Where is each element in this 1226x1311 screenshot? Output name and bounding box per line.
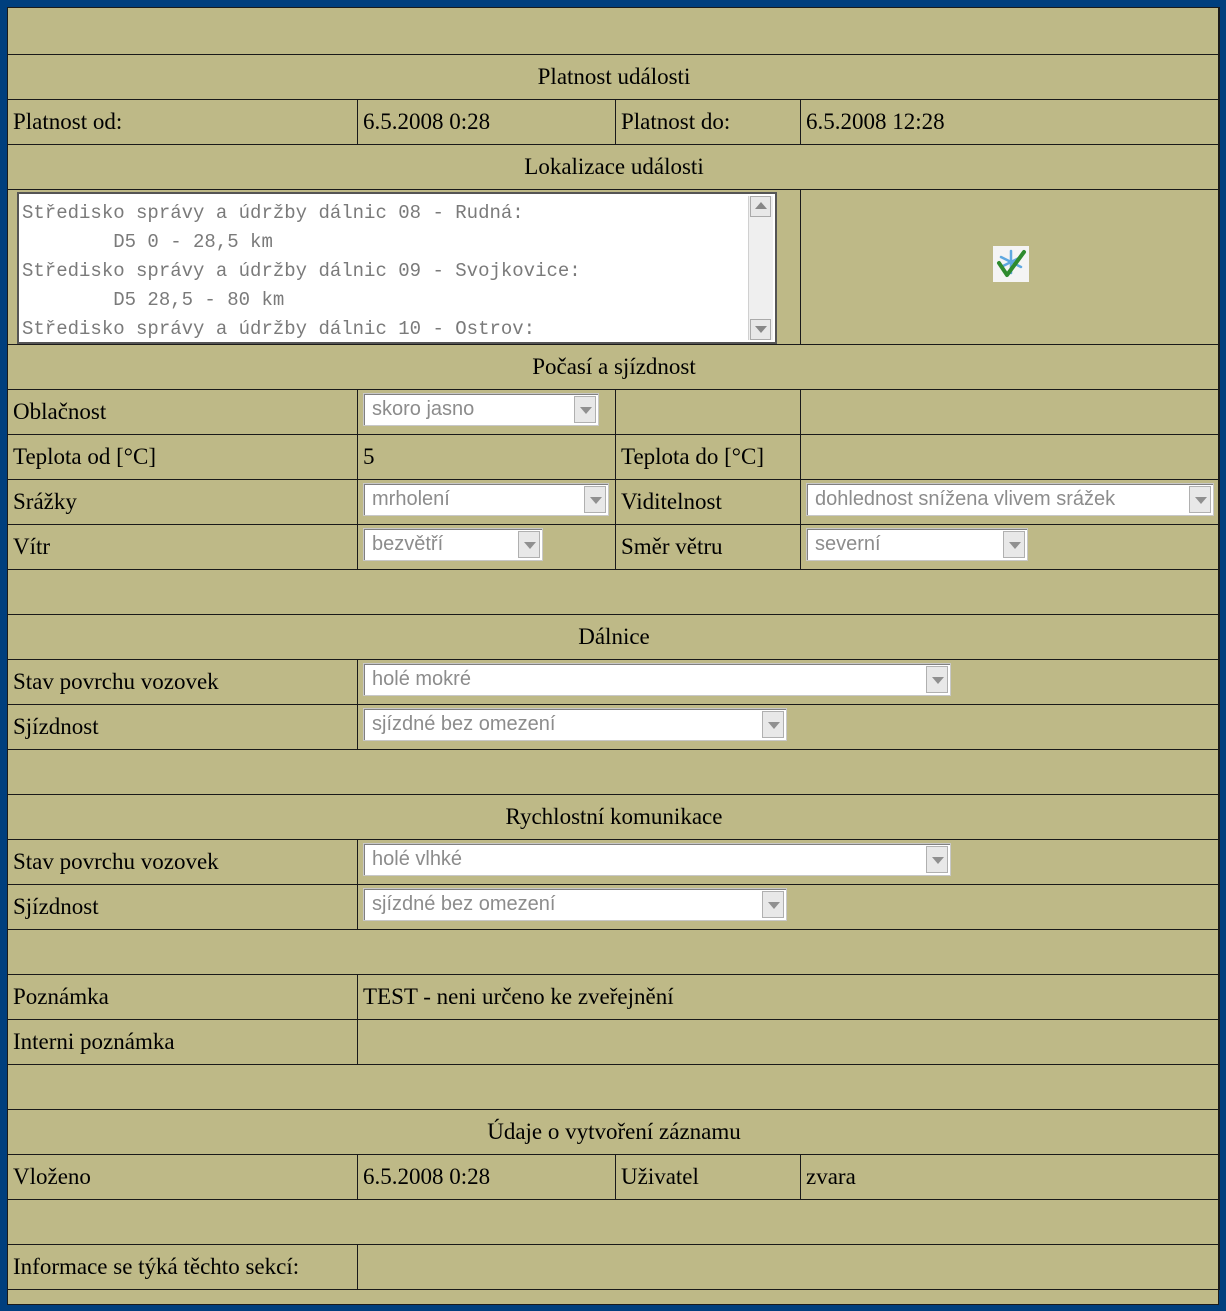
- record-section-title: Údaje o vytvoření záznamu: [7, 1109, 1220, 1155]
- wind-label: Vítr: [7, 524, 358, 570]
- highway-surface-row: Stav povrchu vozovek holé mokré: [7, 659, 1220, 705]
- highway-surface-value: holé mokré: [372, 667, 471, 690]
- user-value: zvara: [800, 1154, 1220, 1200]
- expressway-passability-value: sjízdné bez omezení: [372, 892, 556, 915]
- inserted-value: 6.5.2008 0:28: [357, 1154, 616, 1200]
- spacer-row: [7, 749, 1220, 795]
- visibility-select[interactable]: dohlednost snížena vlivem srážek: [806, 482, 1214, 516]
- top-spacer-row: [7, 7, 1220, 55]
- chevron-down-icon[interactable]: [584, 485, 606, 513]
- weather-header-row: Počasí a sjízdnost: [7, 344, 1220, 390]
- chevron-down-icon[interactable]: [574, 395, 596, 423]
- location-header-row: Lokalizace události: [7, 144, 1220, 190]
- location-line: D5 0 - 28,5 km: [22, 231, 273, 253]
- highway-header-row: Dálnice: [7, 614, 1220, 660]
- location-row: Středisko správy a údržby dálnic 08 - Ru…: [7, 189, 1220, 345]
- temp-to-label: Teplota do [°C]: [615, 434, 801, 480]
- precip-select[interactable]: mrholení: [363, 482, 609, 516]
- sections-row: Informace se týká těchto sekcí:: [7, 1244, 1220, 1290]
- textarea-scrollbar[interactable]: [748, 196, 773, 340]
- highway-section-title: Dálnice: [7, 614, 1220, 660]
- cloudiness-select[interactable]: skoro jasno: [363, 392, 599, 426]
- note-row: Poznámka TEST - neni určeno ke zveřejněn…: [7, 974, 1220, 1020]
- record-header-row: Údaje o vytvoření záznamu: [7, 1109, 1220, 1155]
- expressway-passability-select[interactable]: sjízdné bez omezení: [363, 887, 787, 921]
- location-line: Středisko správy a údržby dálnic 08 - Ru…: [22, 202, 524, 224]
- temp-from-value: 5: [357, 434, 616, 480]
- cloudiness-label: Oblačnost: [7, 389, 358, 435]
- wind-row: Vítr bezvětří Směr větru severní: [7, 524, 1220, 570]
- inserted-label: Vloženo: [7, 1154, 358, 1200]
- wind-value: bezvětří: [372, 532, 444, 555]
- precip-label: Srážky: [7, 479, 358, 525]
- expressway-passability-label: Sjízdnost: [7, 884, 358, 930]
- chevron-down-icon[interactable]: [926, 845, 948, 873]
- user-label: Uživatel: [615, 1154, 801, 1200]
- valid-from-label: Platnost od:: [7, 99, 358, 145]
- highway-passability-value: sjízdné bez omezení: [372, 712, 556, 735]
- wind-direction-value: severní: [815, 532, 881, 555]
- highway-passability-select[interactable]: sjízdné bez omezení: [363, 707, 787, 741]
- location-line: Středisko správy a údržby dálnic 09 - Sv…: [22, 260, 581, 282]
- weather-section-title: Počasí a sjízdnost: [7, 344, 1220, 390]
- internal-note-label: Interni poznámka: [7, 1019, 358, 1065]
- sections-label: Informace se týká těchto sekcí:: [7, 1244, 358, 1290]
- validity-row: Platnost od: 6.5.2008 0:28 Platnost do: …: [7, 99, 1220, 145]
- location-section-title: Lokalizace události: [7, 144, 1220, 190]
- chevron-down-icon[interactable]: [762, 890, 784, 918]
- spacer-row: [7, 1199, 1220, 1245]
- location-line: Středisko správy a údržby dálnic 10 - Os…: [22, 318, 536, 340]
- spacer-row: [7, 929, 1220, 975]
- spacer-row: [7, 1064, 1220, 1110]
- chevron-down-icon[interactable]: [1189, 485, 1211, 513]
- checkmark-snowflake-icon[interactable]: [992, 246, 1029, 282]
- highway-surface-label: Stav povrchu vozovek: [7, 659, 358, 705]
- expressway-surface-select[interactable]: holé vlhké: [363, 842, 951, 876]
- internal-note-row: Interni poznámka: [7, 1019, 1220, 1065]
- event-detail-table: Platnost události Platnost od: 6.5.2008 …: [7, 7, 1220, 1290]
- chevron-down-icon[interactable]: [926, 665, 948, 693]
- precip-value: mrholení: [372, 487, 450, 510]
- temp-from-label: Teplota od [°C]: [7, 434, 358, 480]
- visibility-label: Viditelnost: [615, 479, 801, 525]
- spacer-row: [7, 569, 1220, 615]
- valid-to-label: Platnost do:: [615, 99, 801, 145]
- highway-passability-label: Sjízdnost: [7, 704, 358, 750]
- location-line: D5 28,5 - 80 km: [22, 289, 285, 311]
- expressway-surface-label: Stav povrchu vozovek: [7, 839, 358, 885]
- cloudiness-row: Oblačnost skoro jasno: [7, 389, 1220, 435]
- expressway-header-row: Rychlostní komunikace: [7, 794, 1220, 840]
- wind-direction-label: Směr větru: [615, 524, 801, 570]
- wind-direction-select[interactable]: severní: [806, 527, 1028, 561]
- expressway-surface-value: holé vlhké: [372, 847, 463, 870]
- expressway-surface-row: Stav povrchu vozovek holé vlhké: [7, 839, 1220, 885]
- scroll-up-button[interactable]: [750, 196, 771, 217]
- highway-surface-select[interactable]: holé mokré: [363, 662, 951, 696]
- temperature-row: Teplota od [°C] 5 Teplota do [°C]: [7, 434, 1220, 480]
- precipitation-row: Srážky mrholení Viditelnost dohlednost s…: [7, 479, 1220, 525]
- validity-header-row: Platnost události: [7, 54, 1220, 100]
- record-row: Vloženo 6.5.2008 0:28 Uživatel zvara: [7, 1154, 1220, 1200]
- validity-section-title: Platnost události: [7, 54, 1220, 100]
- note-label: Poznámka: [7, 974, 358, 1020]
- expressway-passability-row: Sjízdnost sjízdné bez omezení: [7, 884, 1220, 930]
- wind-select[interactable]: bezvětří: [363, 527, 543, 561]
- visibility-value: dohlednost snížena vlivem srážek: [815, 487, 1116, 510]
- chevron-down-icon[interactable]: [518, 530, 540, 558]
- note-value: TEST - neni určeno ke zveřejnění: [357, 974, 1220, 1020]
- chevron-down-icon[interactable]: [762, 710, 784, 738]
- chevron-down-icon[interactable]: [1003, 530, 1025, 558]
- cloudiness-value: skoro jasno: [372, 397, 475, 420]
- event-detail-panel: Platnost události Platnost od: 6.5.2008 …: [7, 7, 1220, 1305]
- location-textarea[interactable]: Středisko správy a údržby dálnic 08 - Ru…: [17, 192, 777, 344]
- scroll-down-button[interactable]: [750, 319, 771, 340]
- valid-from-value: 6.5.2008 0:28: [357, 99, 616, 145]
- highway-passability-row: Sjízdnost sjízdné bez omezení: [7, 704, 1220, 750]
- expressway-section-title: Rychlostní komunikace: [7, 794, 1220, 840]
- valid-to-value: 6.5.2008 12:28: [800, 99, 1220, 145]
